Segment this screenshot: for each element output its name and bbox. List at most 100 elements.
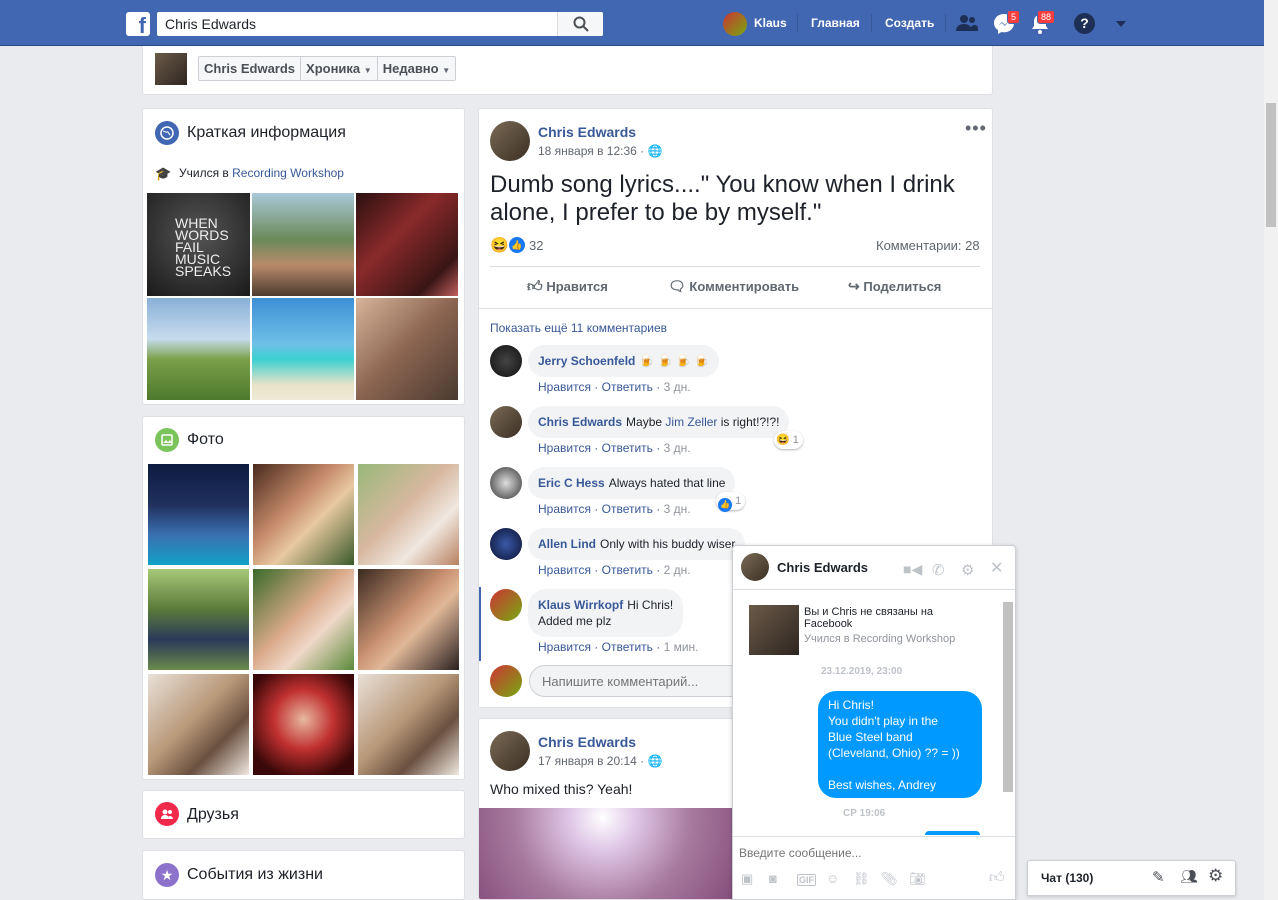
settings-icon[interactable]: ⚙: [1208, 866, 1223, 886]
post-timestamp[interactable]: 17 января в 20:14 · 🌐: [538, 754, 662, 768]
comment-like-link[interactable]: Нравится: [538, 563, 591, 577]
photo-thumbnail[interactable]: [358, 569, 459, 670]
comment-like-link[interactable]: Нравится: [538, 502, 591, 516]
sticker-icon[interactable]: ◙: [769, 871, 777, 886]
comment-mention[interactable]: Jim Zeller: [665, 415, 717, 429]
chat-avatar[interactable]: [741, 553, 769, 581]
comment-time[interactable]: 1 мин.: [664, 640, 699, 654]
chat-title[interactable]: Chris Edwards: [777, 560, 868, 575]
timeline-breadcrumb: Chris Edwards Хроника ▼ Недавно ▼: [198, 56, 457, 81]
comment-avatar[interactable]: [490, 467, 522, 499]
comment-author[interactable]: Allen Lind: [538, 537, 596, 551]
page-scrollbar-thumb[interactable]: [1266, 103, 1276, 227]
close-icon[interactable]: ✕: [990, 558, 1003, 578]
intro-photo[interactable]: [356, 298, 458, 400]
comment-avatar[interactable]: [490, 406, 522, 438]
comment-avatar[interactable]: [490, 589, 522, 621]
image-icon[interactable]: ▣: [741, 871, 753, 887]
intro-photo[interactable]: [252, 298, 354, 400]
emoji-icon[interactable]: ☺: [826, 871, 839, 886]
comment-time[interactable]: 2 дн.: [664, 563, 691, 577]
photo-thumbnail[interactable]: [253, 569, 354, 670]
more-comments-link[interactable]: Показать ещё 11 комментариев: [490, 321, 667, 335]
post-author-avatar[interactable]: [490, 731, 530, 771]
comment-avatar[interactable]: [490, 345, 522, 377]
photo-thumbnail[interactable]: [358, 674, 459, 775]
facebook-logo[interactable]: f: [126, 12, 150, 36]
thumbs-up-icon[interactable]: 👍︎: [989, 869, 1005, 887]
reactions-count[interactable]: 32: [529, 238, 543, 253]
photo-thumbnail[interactable]: [148, 569, 249, 670]
intro-photo[interactable]: WHEN WORDS FAIL MUSIC SPEAKS: [147, 193, 250, 296]
video-call-icon[interactable]: ■◀: [903, 561, 922, 578]
comment-time[interactable]: 3 дн.: [664, 441, 691, 455]
photo-caption: WHEN WORDS FAIL MUSIC SPEAKS: [175, 215, 232, 279]
comment-like-link[interactable]: Нравится: [538, 441, 591, 455]
breadcrumb-name[interactable]: Chris Edwards: [199, 57, 302, 80]
comments-count[interactable]: Комментарии: 28: [876, 238, 980, 253]
comment-button[interactable]: 🗨︎ Комментировать: [668, 278, 799, 295]
intro-photo[interactable]: [147, 298, 250, 400]
comment-reply-link[interactable]: Ответить: [602, 502, 653, 516]
education-link[interactable]: Recording Workshop: [232, 166, 344, 180]
comment-reply-link[interactable]: Ответить: [602, 380, 653, 394]
haha-reaction-icon: 😆: [490, 237, 509, 254]
friend-requests-icon[interactable]: [956, 14, 978, 32]
post-author-name[interactable]: Chris Edwards: [538, 124, 636, 140]
post-date: 17 января в 20:14: [538, 754, 637, 768]
user-avatar[interactable]: [723, 12, 747, 36]
settings-icon[interactable]: ⚙: [961, 561, 974, 579]
comment-time[interactable]: 3 дн.: [664, 380, 691, 394]
comment-author[interactable]: Klaus Wirrkopf: [538, 598, 623, 612]
comment-author[interactable]: Jerry Schoenfeld: [538, 354, 635, 368]
search-button[interactable]: [557, 12, 603, 36]
attachment-icon[interactable]: 📎︎: [881, 871, 898, 887]
help-icon[interactable]: ?: [1074, 13, 1095, 34]
comment-time[interactable]: 3 дн.: [664, 502, 691, 516]
like-button[interactable]: 👍︎ Нравится: [527, 278, 608, 296]
post-author-avatar[interactable]: [490, 121, 530, 161]
camera-icon[interactable]: 📷︎: [909, 871, 926, 887]
gif-icon[interactable]: GIF: [797, 874, 816, 886]
photo-thumbnail[interactable]: [148, 674, 249, 775]
caret-down-icon[interactable]: [1115, 20, 1127, 28]
photo-thumbnail[interactable]: [253, 464, 354, 565]
post-author-name[interactable]: Chris Edwards: [538, 734, 636, 750]
nav-divider: [871, 14, 872, 32]
intro-photo[interactable]: [356, 193, 458, 296]
intro-photo[interactable]: [252, 193, 354, 296]
create-link[interactable]: Создать: [885, 16, 934, 30]
comment-reaction[interactable]: 😆 1: [774, 431, 803, 449]
comment-like-link[interactable]: Нравится: [538, 640, 591, 654]
photo-thumbnail[interactable]: [253, 674, 354, 775]
chat-scrollbar[interactable]: [1003, 602, 1013, 792]
comment-author[interactable]: Eric C Hess: [538, 476, 605, 490]
comment-reply-link[interactable]: Ответить: [602, 640, 653, 654]
share-button[interactable]: ↪ Поделиться: [848, 278, 941, 295]
recent-dropdown[interactable]: Недавно ▼: [378, 57, 455, 80]
timeline-dropdown[interactable]: Хроника ▼: [301, 57, 378, 80]
chat-message-input[interactable]: [739, 842, 999, 864]
comment-like-link[interactable]: Нравится: [538, 380, 591, 394]
chat-sidebar-tab[interactable]: Чат (130) ✎ 👥︎ ⚙: [1027, 860, 1236, 896]
photo-thumbnail[interactable]: [148, 464, 249, 565]
profile-link[interactable]: Klaus: [754, 16, 787, 30]
phone-icon[interactable]: ✆: [932, 561, 945, 579]
post-date: 18 января в 12:36: [538, 144, 637, 158]
home-link[interactable]: Главная: [811, 16, 860, 30]
post-timestamp[interactable]: 18 января в 12:36 · 🌐: [538, 144, 662, 158]
post-options-icon[interactable]: •••: [965, 118, 987, 139]
comment-reply-link[interactable]: Ответить: [602, 441, 653, 455]
chat-profile-thumbnail[interactable]: [749, 605, 799, 655]
photo-thumbnail[interactable]: [358, 464, 459, 565]
group-icon[interactable]: 👥︎: [1180, 868, 1198, 885]
comment-avatar[interactable]: [490, 528, 522, 560]
profile-thumbnail[interactable]: [155, 53, 187, 85]
recent-dropdown-label: Недавно: [382, 61, 439, 76]
link-icon[interactable]: ⛓: [853, 871, 870, 887]
comment-author[interactable]: Chris Edwards: [538, 415, 622, 429]
search-input[interactable]: [157, 12, 557, 36]
comment-reaction[interactable]: 👍 1: [716, 492, 746, 512]
comment-reply-link[interactable]: Ответить: [602, 563, 653, 577]
compose-icon[interactable]: ✎: [1152, 868, 1165, 886]
